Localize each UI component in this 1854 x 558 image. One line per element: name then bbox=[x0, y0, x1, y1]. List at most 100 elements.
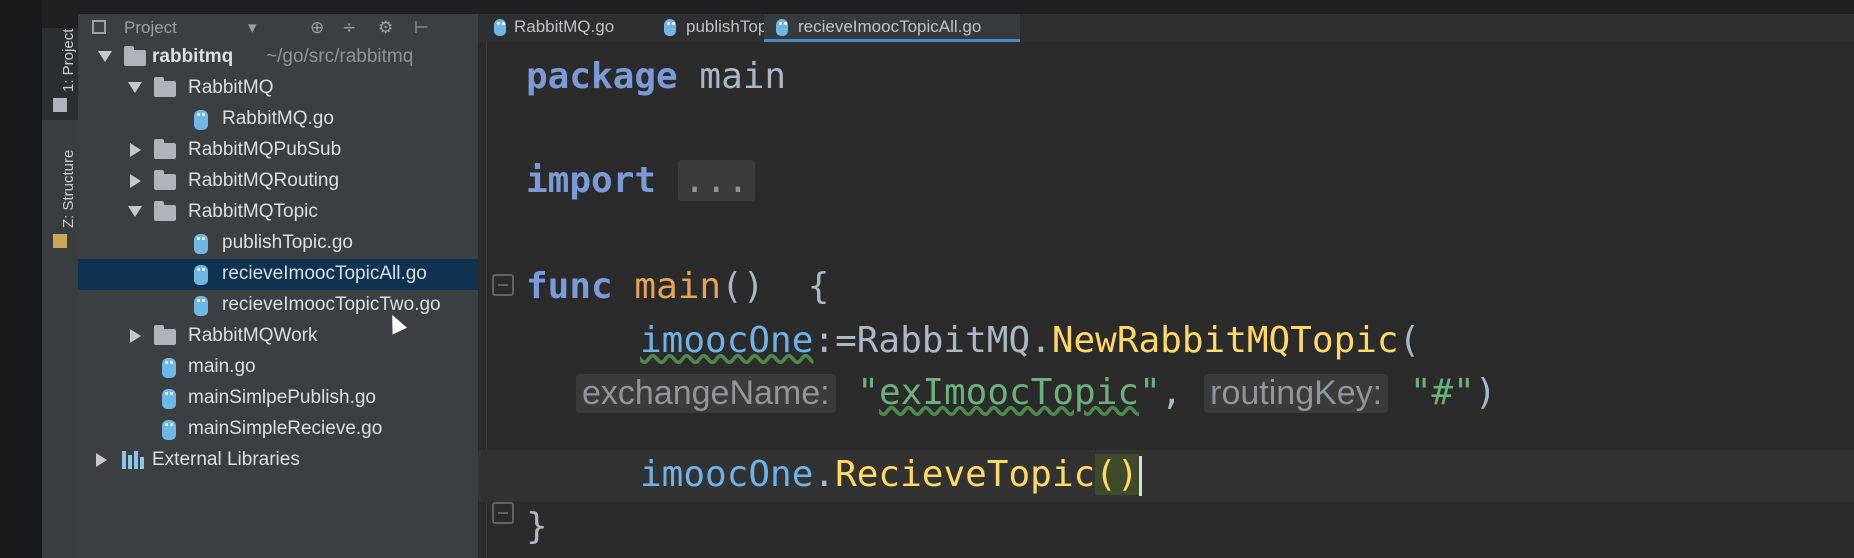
tree-item-label: RabbitMQTopic bbox=[188, 201, 318, 222]
string-literal-routing: "#" bbox=[1409, 372, 1475, 413]
tree-item-pubsub[interactable]: RabbitMQPubSub bbox=[78, 135, 478, 166]
go-file-icon bbox=[162, 358, 176, 378]
text-cursor bbox=[1138, 456, 1142, 496]
function-name: main bbox=[634, 266, 722, 307]
tree-item-topic[interactable]: RabbitMQTopic bbox=[78, 197, 478, 228]
tool-tab-project[interactable]: 1: Project bbox=[42, 28, 78, 120]
tree-item-simple-publish[interactable]: mainSimlpePublish.go bbox=[78, 383, 478, 414]
tree-item-label: RabbitMQPubSub bbox=[188, 139, 342, 160]
go-file-icon bbox=[162, 420, 176, 440]
code-editor[interactable]: package main import ... func main() { im… bbox=[478, 42, 1854, 558]
tree-item-routing[interactable]: RabbitMQRouting bbox=[78, 166, 478, 197]
locate-icon[interactable]: ⊕ bbox=[310, 18, 324, 38]
code-line-package: package main bbox=[526, 56, 786, 97]
code-line-call: imoocOne.RecieveTopic() bbox=[640, 454, 1142, 496]
close-paren: ) bbox=[1474, 372, 1497, 413]
tree-item-label: RabbitMQWork bbox=[188, 325, 318, 346]
code-line-assign: imoocOne:=RabbitMQ.NewRabbitMQTopic( bbox=[640, 320, 1420, 361]
go-file-icon bbox=[664, 19, 676, 36]
project-view-icon bbox=[92, 20, 106, 34]
tool-tab-structure-label: Z: Structure bbox=[60, 149, 77, 228]
tree-item-main-go[interactable]: main.go bbox=[78, 352, 478, 383]
collapsed-arrow-icon[interactable] bbox=[130, 329, 141, 343]
project-panel-header: Project ▾ ⊕ ÷ ⚙ ⊢ bbox=[78, 14, 478, 42]
folder-icon bbox=[154, 77, 176, 97]
tab-label: RabbitMQ.go bbox=[514, 17, 615, 36]
string-quote: " bbox=[857, 372, 879, 413]
matched-parens: () bbox=[1095, 454, 1139, 495]
keyword: package bbox=[526, 56, 678, 97]
chevron-down-icon[interactable]: ▾ bbox=[248, 18, 257, 38]
tree-root-name: rabbitmq bbox=[152, 46, 234, 67]
go-file-icon bbox=[194, 234, 208, 254]
fold-icon[interactable] bbox=[492, 274, 514, 296]
close-brace: } bbox=[526, 506, 548, 547]
tree-root[interactable]: rabbitmq ~/go/src/rabbitmq bbox=[78, 42, 478, 73]
assign-operator: :=RabbitMQ. bbox=[813, 320, 1052, 361]
tree-item-label: recieveImoocTopicTwo.go bbox=[222, 294, 441, 315]
tree-item-work[interactable]: RabbitMQWork bbox=[78, 321, 478, 352]
go-file-icon bbox=[162, 389, 176, 409]
tab-rabbitmq-go[interactable]: RabbitMQ.go bbox=[490, 14, 640, 42]
tree-item-label: RabbitMQ.go bbox=[222, 108, 334, 129]
hide-icon[interactable]: ⊢ bbox=[414, 18, 429, 38]
tree-item-label: RabbitMQRouting bbox=[188, 170, 340, 191]
dot: . bbox=[813, 454, 836, 495]
package-name: main bbox=[699, 56, 787, 97]
variable-name: imoocOne bbox=[640, 454, 814, 495]
tree-item-label: mainSimlpePublish.go bbox=[188, 387, 376, 408]
keyword: import bbox=[526, 160, 657, 201]
string-literal-exchange: exImoocTopic bbox=[878, 372, 1140, 413]
tree-item-publish-topic[interactable]: publishTopic.go bbox=[78, 228, 478, 259]
function-signature: () { bbox=[721, 266, 830, 307]
go-file-icon bbox=[194, 110, 208, 130]
go-file-icon bbox=[194, 296, 208, 316]
fold-icon[interactable] bbox=[492, 502, 514, 524]
tree-item-label: RabbitMQ bbox=[188, 77, 274, 98]
tree-item-rabbitmq-go[interactable]: RabbitMQ.go bbox=[78, 104, 478, 135]
expand-arrow-icon[interactable] bbox=[128, 82, 142, 93]
gear-icon[interactable]: ⚙ bbox=[378, 18, 393, 38]
project-view-selector[interactable]: Project bbox=[124, 18, 177, 38]
code-line-import: import ... bbox=[526, 160, 755, 201]
expand-arrow-icon[interactable] bbox=[128, 206, 142, 217]
tree-item-simple-recieve[interactable]: mainSimpleRecieve.go bbox=[78, 414, 478, 445]
import-fold[interactable]: ... bbox=[677, 160, 755, 201]
param-hint-exchange: exchangeName: bbox=[576, 374, 836, 413]
tool-tab-structure[interactable]: Z: Structure bbox=[42, 136, 78, 256]
keyword: func bbox=[526, 266, 613, 307]
folder-icon bbox=[154, 325, 176, 345]
method-call: RecieveTopic bbox=[835, 454, 1096, 495]
tab-label: recieveImoocTopicAll.go bbox=[798, 17, 982, 36]
tab-recieve-all[interactable]: recieveImoocTopicAll.go bbox=[764, 14, 1020, 42]
tree-item-label: mainSimpleRecieve.go bbox=[188, 418, 383, 439]
tree-item-label: publishTopic.go bbox=[222, 232, 353, 253]
folder-icon bbox=[124, 46, 146, 66]
constructor-call: NewRabbitMQTopic bbox=[1051, 320, 1399, 361]
collapsed-arrow-icon[interactable] bbox=[96, 453, 107, 467]
tool-window-strip: 1: Project Z: Structure bbox=[42, 28, 78, 558]
folder-icon bbox=[154, 139, 176, 159]
window-edge bbox=[0, 0, 42, 558]
collapsed-arrow-icon[interactable] bbox=[130, 174, 141, 188]
go-file-icon bbox=[494, 19, 506, 36]
code-line-args: exchangeName: "exImoocTopic", routingKey… bbox=[576, 372, 1497, 413]
comma: , bbox=[1160, 372, 1183, 413]
tree-item-label: recieveImoocTopicAll.go bbox=[222, 263, 427, 284]
code-line-func: func main() { bbox=[526, 266, 829, 307]
project-tree: rabbitmq ~/go/src/rabbitmq RabbitMQ Rabb… bbox=[78, 42, 478, 558]
expand-arrow-icon[interactable] bbox=[98, 51, 112, 62]
folder-icon bbox=[154, 201, 176, 221]
tool-tab-project-label: 1: Project bbox=[60, 28, 77, 92]
tree-item-rabbitmq[interactable]: RabbitMQ bbox=[78, 73, 478, 104]
structure-tool-icon bbox=[53, 234, 67, 248]
string-quote: " bbox=[1139, 372, 1161, 413]
collapse-icon[interactable]: ÷ bbox=[342, 18, 356, 38]
tree-item-recieve-all[interactable]: recieveImoocTopicAll.go bbox=[78, 259, 478, 290]
go-file-icon bbox=[776, 19, 788, 36]
tree-item-recieve-two[interactable]: recieveImoocTopicTwo.go bbox=[78, 290, 478, 321]
editor-tabs: RabbitMQ.go publishTopic.go recieveImooc… bbox=[478, 14, 1854, 42]
tree-item-external-libraries[interactable]: External Libraries bbox=[78, 445, 478, 476]
tree-item-label: External Libraries bbox=[152, 449, 300, 470]
collapsed-arrow-icon[interactable] bbox=[130, 143, 141, 157]
